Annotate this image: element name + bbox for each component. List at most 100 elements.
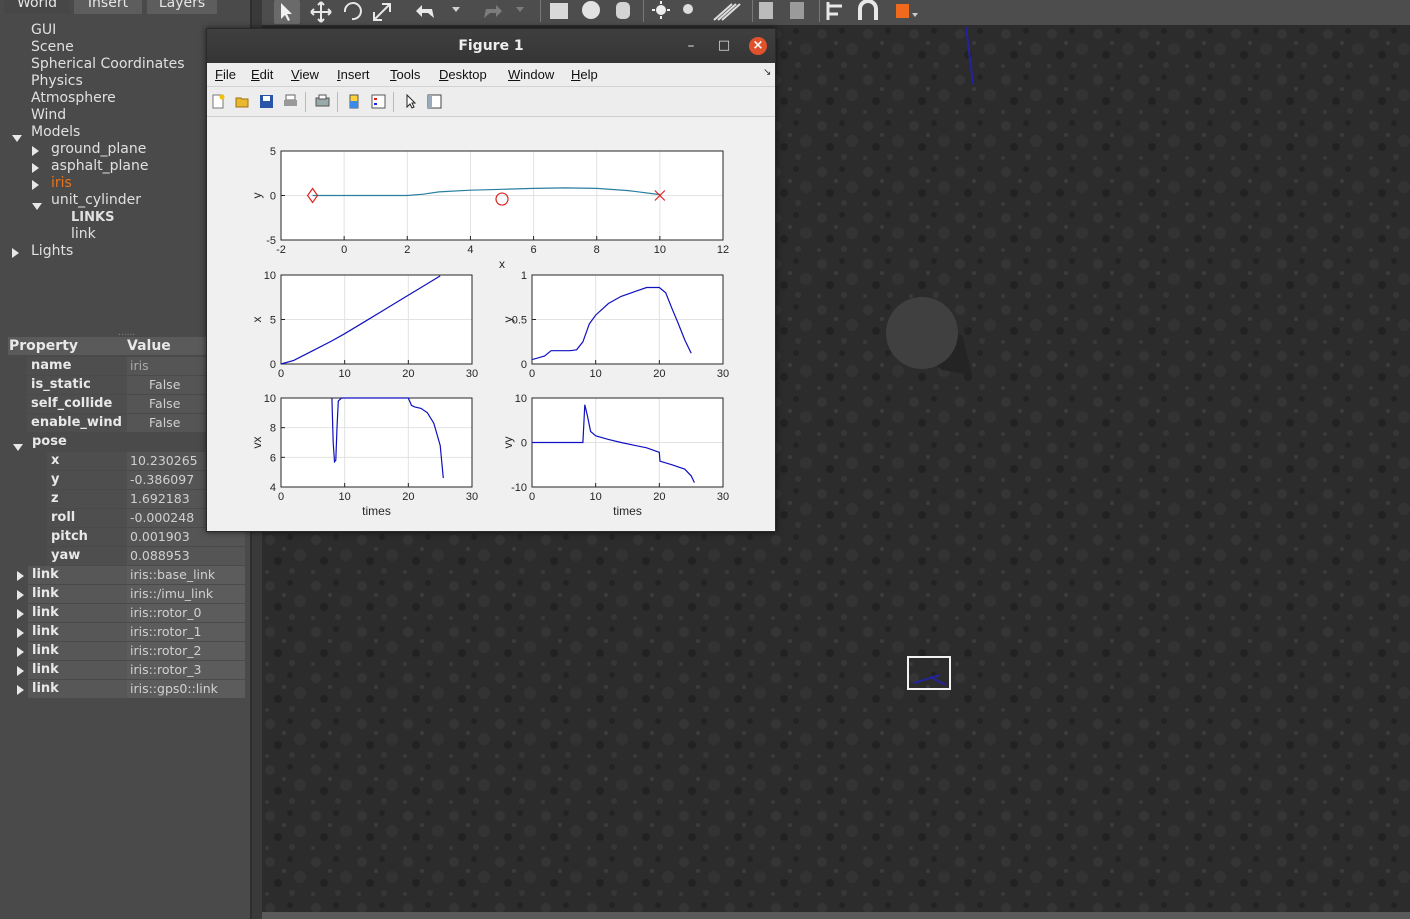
minimize-button[interactable]: –	[681, 29, 701, 63]
expand-arrow-icon[interactable]	[17, 608, 29, 620]
y-tick-label: 1	[521, 270, 527, 282]
x-tick-label: 20	[402, 491, 414, 503]
x-axis-label: times	[362, 504, 391, 518]
print-preview-icon[interactable]	[315, 94, 330, 109]
legend-icon[interactable]	[371, 94, 386, 109]
unit-cylinder[interactable]	[886, 297, 958, 369]
undo-dropdown-icon	[452, 7, 460, 12]
y-tick-label: 6	[270, 452, 276, 464]
x-tick-label: 10	[339, 491, 351, 503]
tab-insert[interactable]: Insert	[74, 0, 142, 14]
x-tick-label: 0	[278, 368, 284, 380]
expand-arrow-icon[interactable]	[17, 627, 29, 639]
expand-arrow-icon[interactable]	[12, 246, 24, 258]
property-row[interactable]: link iris::rotor_3	[8, 661, 245, 679]
collapse-arrow-icon[interactable]	[13, 440, 25, 452]
tree-item-label: Scene	[31, 39, 74, 55]
axes-0: -2 0 2 4 6 8 10 12 -5 0 5 x y	[250, 146, 729, 271]
view-angle-icon	[896, 4, 909, 18]
open-file-icon[interactable]	[235, 94, 250, 109]
property-inspector-icon[interactable]	[427, 94, 442, 109]
menu-insert[interactable]: Insert	[337, 67, 370, 82]
y-axis-label: x	[250, 317, 264, 323]
y-tick-label: 10	[515, 393, 527, 405]
menu-help[interactable]: Help	[571, 67, 598, 82]
new-figure-icon[interactable]	[211, 94, 226, 109]
expand-arrow-icon[interactable]	[32, 161, 44, 173]
close-button[interactable]: ×	[749, 37, 767, 55]
menu-window[interactable]: Window	[508, 67, 554, 82]
print-icon[interactable]	[283, 94, 298, 109]
expand-arrow-icon[interactable]	[17, 684, 29, 696]
property-value[interactable]: iris::rotor_2	[127, 642, 245, 660]
property-row[interactable]: link iris::base_link	[8, 566, 245, 584]
tree-item-label: Spherical Coordinates	[31, 56, 185, 72]
property-name: self_collide	[31, 396, 113, 411]
property-name: link	[32, 567, 59, 582]
tree-item-label: Wind	[31, 107, 67, 123]
save-icon[interactable]	[259, 94, 274, 109]
axes-3: 0 10 20 30 4 6 8 10 times vx	[250, 393, 478, 518]
property-value[interactable]: iris::base_link	[127, 566, 245, 584]
viewport-bottom-bar	[262, 912, 1410, 919]
point-light-icon	[656, 5, 666, 15]
property-value[interactable]: iris::/imu_link	[127, 585, 245, 603]
y-tick-label: 0	[521, 438, 527, 450]
tab-world[interactable]: World	[4, 0, 70, 14]
scene-toolbar	[262, 0, 1410, 25]
y-tick-label: 4	[270, 482, 276, 494]
menubar-overflow-icon[interactable]: ↘	[763, 67, 771, 78]
expand-arrow-icon[interactable]	[32, 178, 44, 190]
property-value[interactable]: iris::gps0::link	[127, 680, 245, 698]
tree-item-label: asphalt_plane	[51, 158, 149, 174]
menu-tools[interactable]: Tools	[390, 67, 420, 82]
tree-item-label: iris	[51, 175, 72, 191]
expand-arrow-icon[interactable]	[17, 589, 29, 601]
property-row[interactable]: link iris::gps0::link	[8, 680, 245, 698]
property-row[interactable]: link iris::rotor_0	[8, 604, 245, 622]
view-angle-dropdown-icon	[912, 13, 918, 17]
x-tick-label: 0	[529, 368, 535, 380]
y-tick-label: -5	[266, 235, 276, 247]
tree-item-label: GUI	[31, 22, 57, 38]
figure-plots: -2 0 2 4 6 8 10 12-505xy0 10 20 300510x0 10 20 3000.5…	[250, 146, 729, 518]
colorbar-icon[interactable]	[347, 94, 362, 109]
x-tick-label: 30	[717, 491, 729, 503]
property-row[interactable]: link iris::rotor_2	[8, 642, 245, 660]
directional-light-icon	[713, 3, 741, 21]
maximize-button[interactable]: □	[714, 29, 734, 63]
x-tick-label: 20	[653, 368, 665, 380]
menu-view[interactable]: View	[291, 67, 319, 82]
y-axis-label: vy	[501, 437, 515, 449]
property-value[interactable]: iris::rotor_3	[127, 661, 245, 679]
x-tick-label: 0	[278, 491, 284, 503]
expand-arrow-icon[interactable]	[17, 570, 29, 582]
property-value[interactable]: 0.088953	[127, 547, 245, 565]
tab-layers[interactable]: Layers	[147, 0, 217, 14]
x-tick-label: 30	[466, 368, 478, 380]
expand-arrow-icon[interactable]	[17, 646, 29, 658]
pointer-icon[interactable]	[403, 94, 418, 109]
property-value[interactable]: iris::rotor_1	[127, 623, 245, 641]
property-row[interactable]: link iris::rotor_1	[8, 623, 245, 641]
paste-icon	[790, 2, 804, 19]
y-tick-label: 0	[270, 359, 276, 371]
property-name: name	[31, 358, 72, 373]
panel-tabs: World Insert Layers	[0, 0, 252, 14]
property-row[interactable]: yaw 0.088953	[8, 547, 245, 565]
expand-arrow-icon[interactable]	[32, 144, 44, 156]
menu-edit[interactable]: Edit	[251, 67, 273, 82]
expand-arrow-icon[interactable]	[17, 665, 29, 677]
property-name: pitch	[51, 529, 88, 544]
menu-desktop[interactable]: Desktop	[439, 67, 487, 82]
redo-icon	[484, 5, 502, 18]
property-row[interactable]: link iris::/imu_link	[8, 585, 245, 603]
property-name: link	[32, 605, 59, 620]
x-tick-label: 30	[717, 368, 729, 380]
property-value[interactable]: iris::rotor_0	[127, 604, 245, 622]
figure-window: Figure 1 – □ × File Edit View Insert Tools De…	[206, 28, 776, 532]
x-tick-label: 6	[531, 244, 537, 256]
menu-file[interactable]: File	[215, 67, 236, 82]
tree-item-label: Physics	[31, 73, 83, 89]
cylinder-shape-icon	[616, 2, 630, 19]
